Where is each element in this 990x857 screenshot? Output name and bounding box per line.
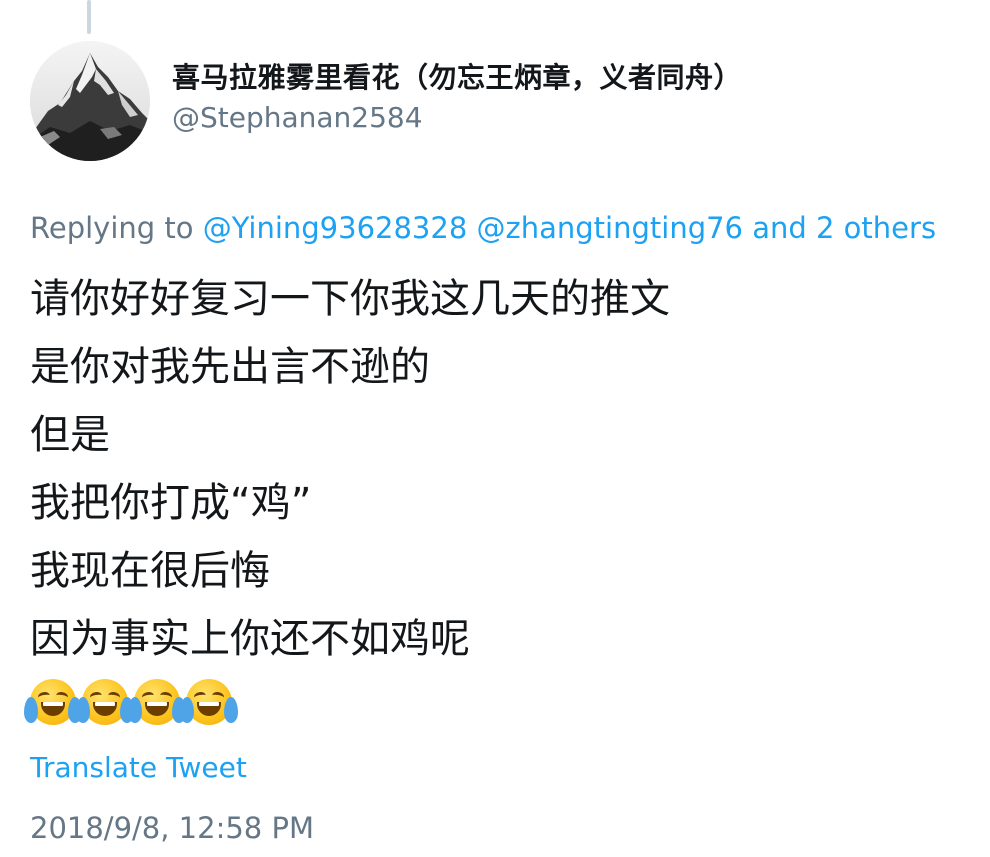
tears-of-joy-emoji-icon [24, 679, 82, 725]
tweet-line: 我现在很后悔 [30, 548, 270, 594]
tears-of-joy-emoji-icon [180, 679, 238, 725]
mention-link-yining[interactable]: @Yining93628328 [203, 211, 468, 245]
replying-to: Replying to @Yining93628328 @zhangtingti… [30, 211, 936, 245]
avatar[interactable] [30, 41, 150, 161]
replying-to-label: Replying to [30, 211, 194, 245]
tweet-line: 我把你打成“鸡” [30, 480, 312, 526]
author-display-name[interactable]: 喜马拉雅雾里看花（勿忘王炳章，义者同舟） [172, 56, 742, 96]
mention-link-zhangtingting[interactable]: @zhangtingting76 [477, 211, 744, 245]
author-handle[interactable]: @Stephanan2584 [172, 101, 423, 134]
tweet-line: 但是 [30, 412, 110, 458]
tweet-timestamp[interactable]: 2018/9/8, 12:58 PM [30, 811, 314, 845]
mountain-icon [30, 41, 150, 161]
emoji-row [24, 679, 670, 725]
translate-tweet-link[interactable]: Translate Tweet [30, 751, 247, 784]
tweet-line: 是你对我先出言不逊的 [30, 344, 430, 390]
tears-of-joy-emoji-icon [128, 679, 186, 725]
others-link[interactable]: and 2 others [752, 211, 936, 245]
thread-connector-line [87, 0, 91, 34]
tears-of-joy-emoji-icon [76, 679, 134, 725]
tweet-line: 因为事实上你还不如鸡呢 [30, 616, 470, 662]
tweet-line: 请你好好复习一下你我这几天的推文 [30, 276, 670, 322]
tweet-text: 请你好好复习一下你我这几天的推文 是你对我先出言不逊的 但是 我把你打成“鸡” … [24, 265, 670, 725]
